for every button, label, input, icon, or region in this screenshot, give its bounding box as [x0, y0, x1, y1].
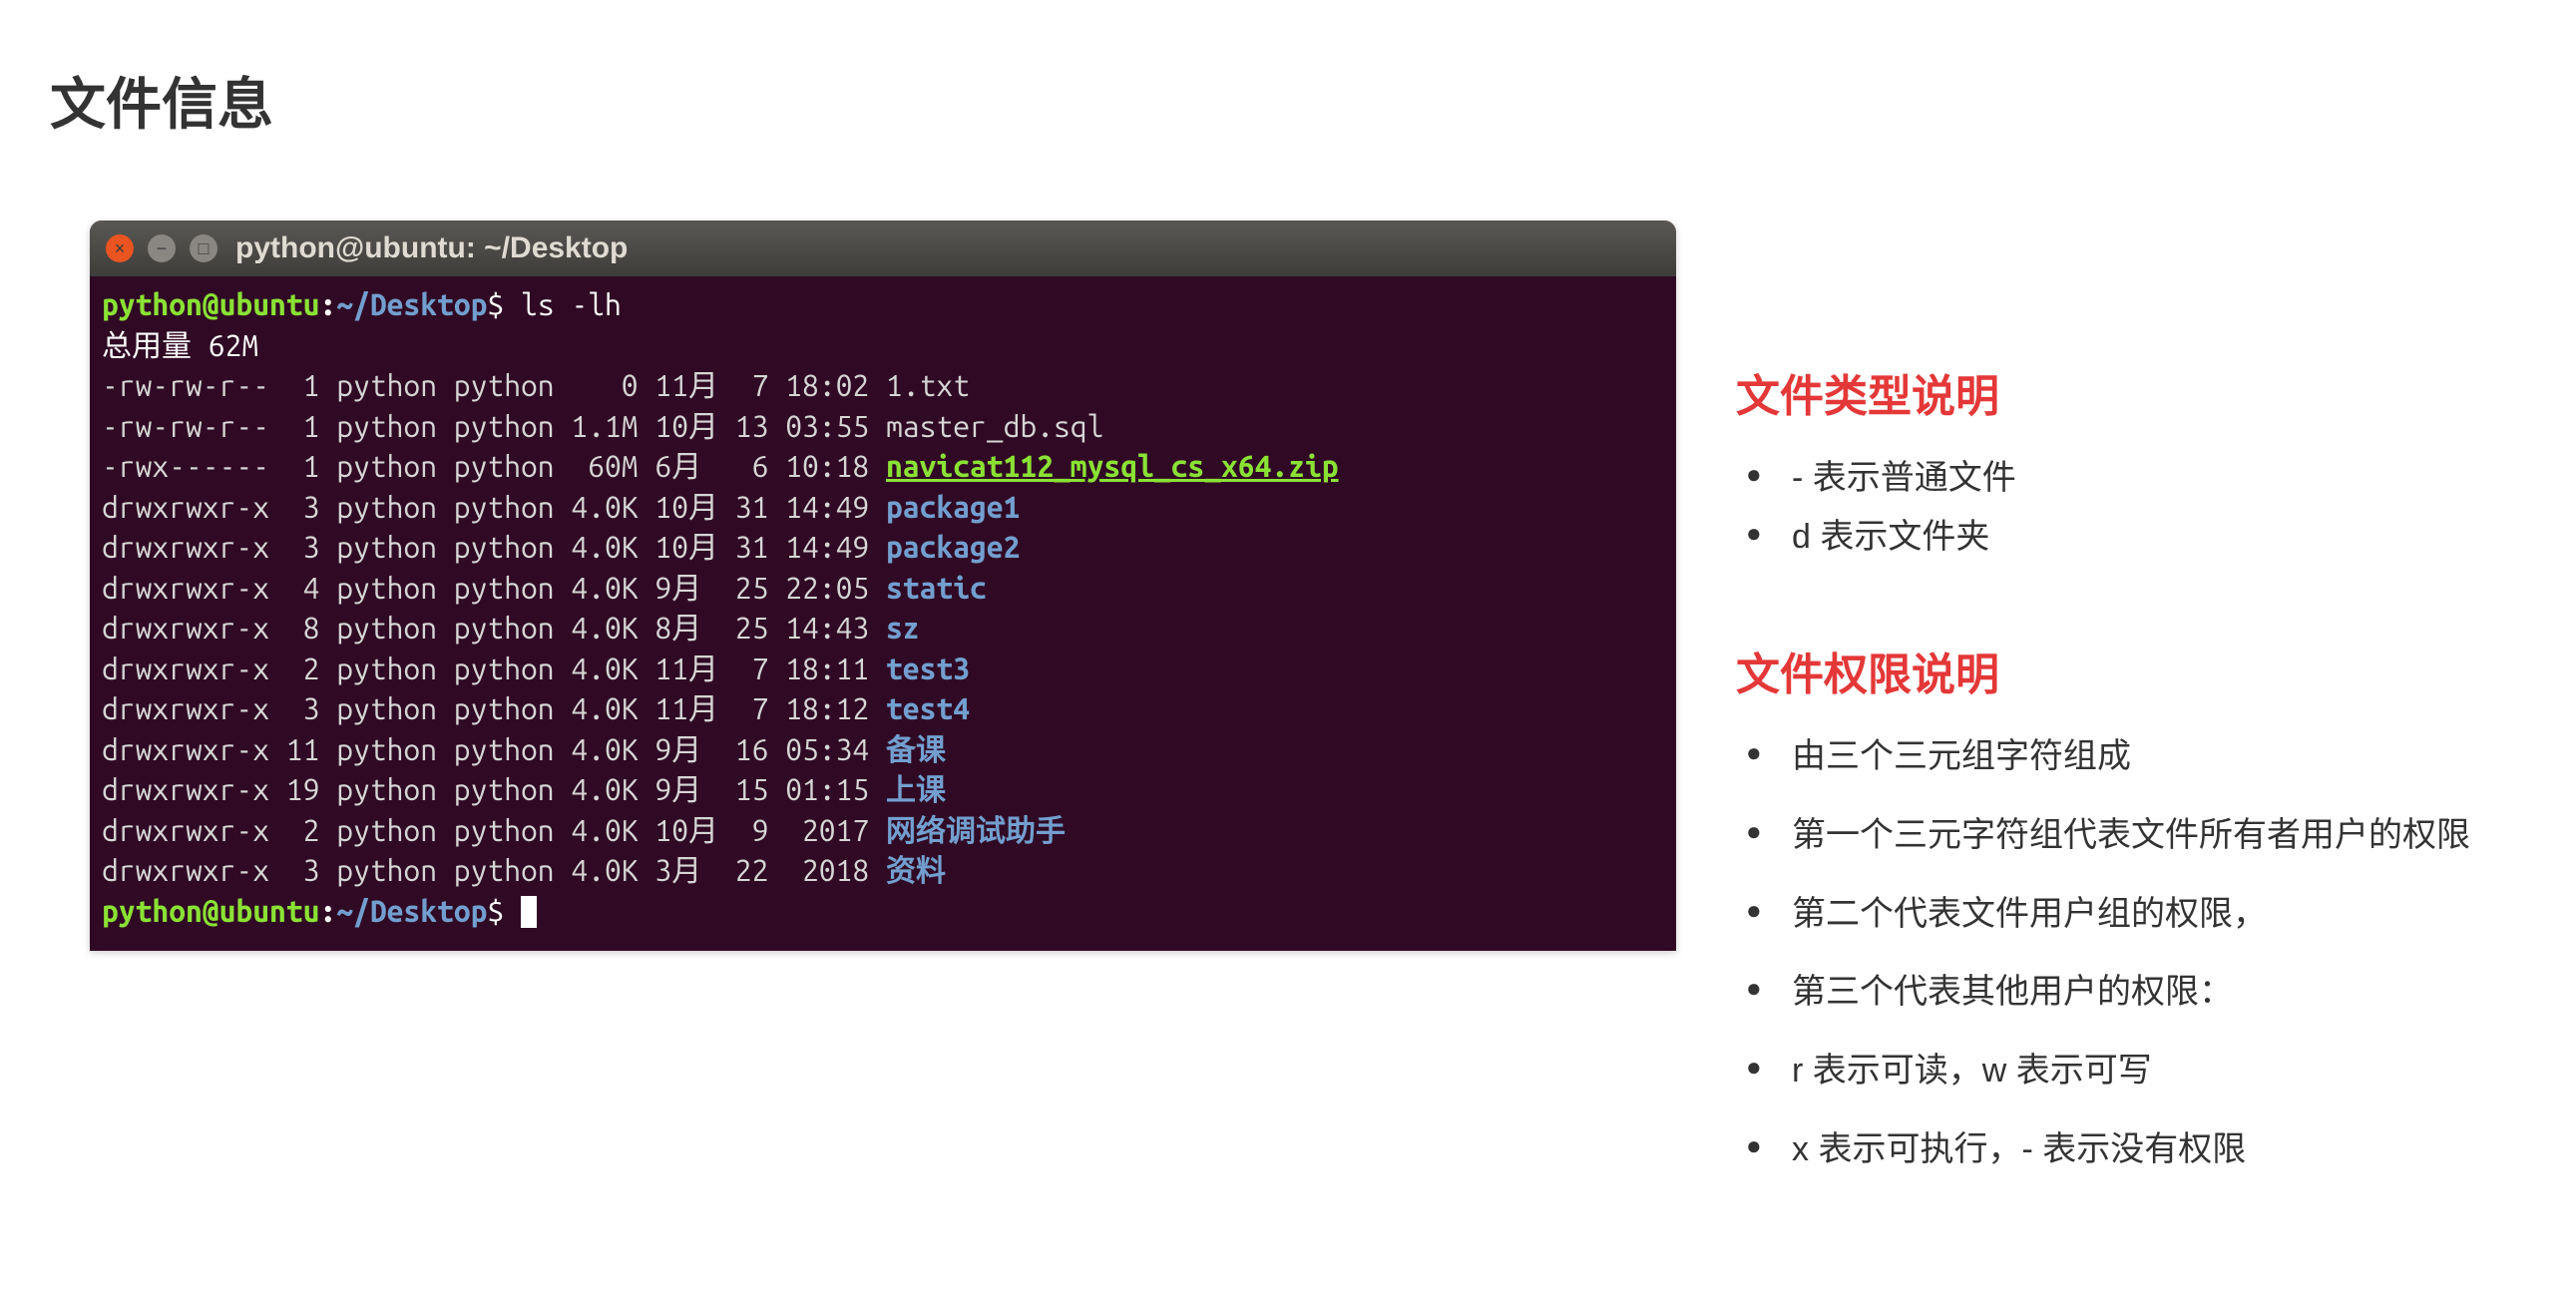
list-item: x 表示可执行，- 表示没有权限: [1746, 1123, 2526, 1176]
minimize-icon[interactable]: −: [148, 234, 176, 262]
file-type-list: - 表示普通文件 d 表示文件夹: [1736, 452, 2526, 563]
terminal-body[interactable]: python@ubuntu:~/Desktop$ ls -lh 总用量 62M …: [90, 276, 1676, 951]
cursor-icon: [521, 896, 537, 928]
list-item: - 表示普通文件: [1746, 452, 2526, 505]
list-item: 第三个代表其他用户的权限：: [1746, 966, 2526, 1019]
terminal-title: python@ubuntu: ~/Desktop: [235, 231, 628, 265]
list-item: 由三个三元组字符组成: [1746, 730, 2526, 783]
list-item: 第二个代表文件用户组的权限，: [1746, 888, 2526, 941]
list-item: d 表示文件夹: [1746, 511, 2526, 564]
file-type-heading: 文件类型说明: [1736, 360, 2526, 424]
window-controls: × − □: [106, 234, 217, 262]
terminal-window: × − □ python@ubuntu: ~/Desktop python@ub…: [90, 220, 1676, 951]
close-icon[interactable]: ×: [106, 234, 134, 262]
maximize-icon[interactable]: □: [190, 234, 217, 262]
list-item: r 表示可读，w 表示可写: [1746, 1045, 2526, 1097]
file-perm-heading: 文件权限说明: [1736, 639, 2526, 702]
terminal-titlebar: × − □ python@ubuntu: ~/Desktop: [90, 220, 1676, 276]
page-title: 文件信息: [50, 60, 2526, 141]
list-item: 第一个三元字符组代表文件所有者用户的权限: [1746, 809, 2526, 862]
file-perm-list: 由三个三元组字符组成 第一个三元字符组代表文件所有者用户的权限 第二个代表文件用…: [1736, 730, 2526, 1175]
